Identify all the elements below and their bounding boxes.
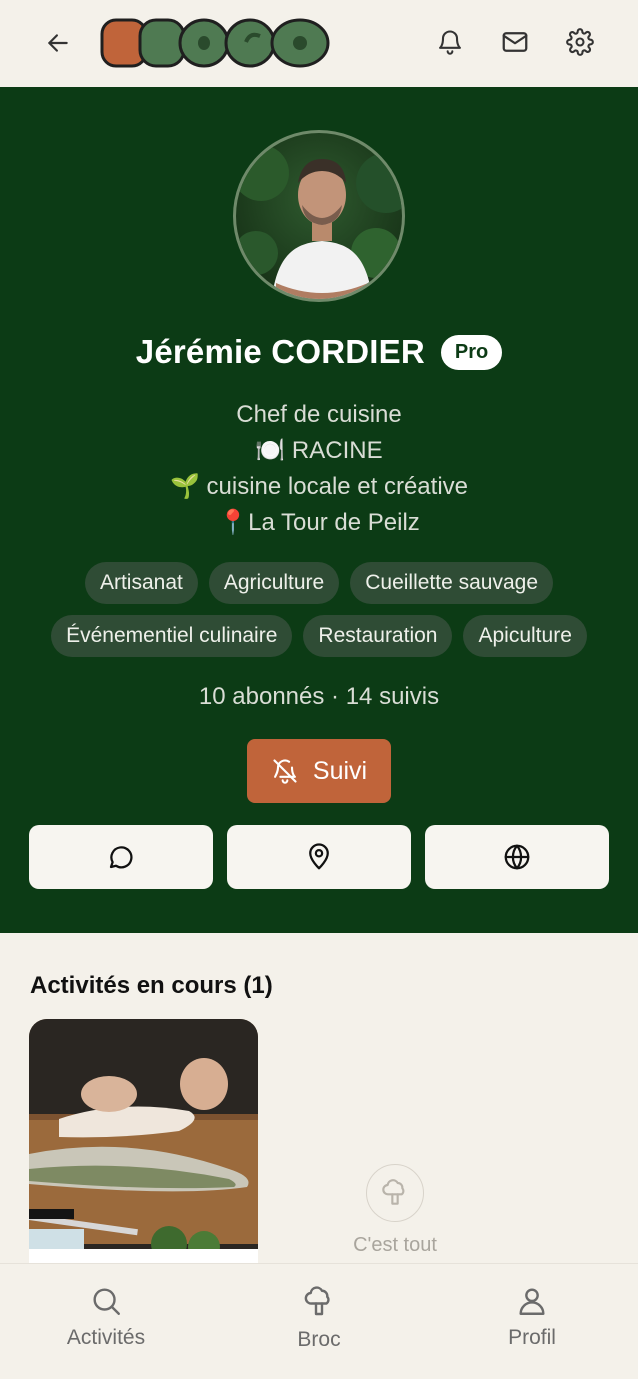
tag-list: Artisanat Agriculture Cueillette sauvage…	[20, 562, 618, 657]
chat-icon	[109, 846, 133, 869]
settings-button[interactable]	[562, 24, 598, 60]
nav-item-activites[interactable]: Activités	[0, 1264, 212, 1379]
broccoli-icon	[304, 1286, 330, 1316]
top-bar	[0, 0, 638, 87]
location-action-button[interactable]	[227, 825, 411, 889]
globe-icon	[504, 844, 530, 870]
bio-line: Chef de cuisine	[236, 401, 402, 428]
nav-item-broc[interactable]: Broc	[213, 1264, 425, 1379]
bottom-navigation: Activités Broc Profil	[0, 1263, 638, 1379]
bio-line: 📍La Tour de Peilz	[218, 509, 420, 536]
avatar[interactable]	[233, 130, 405, 302]
nav-item-profil[interactable]: Profil	[426, 1264, 638, 1379]
arrow-left-icon	[48, 34, 68, 52]
profile-bio: Chef de cuisine 🍽️ RACINE 🌱 cuisine loca…	[0, 397, 638, 541]
end-of-list-label: C'est tout	[353, 1234, 437, 1256]
tag-chip[interactable]: Cueillette sauvage	[350, 562, 554, 604]
section-title: Activités en cours (1)	[30, 972, 273, 999]
messages-button[interactable]	[497, 24, 533, 60]
follow-stats[interactable]: 10 abonnés · 14 suivis	[0, 683, 638, 711]
app: Jérémie CORDIER Pro Chef de cuisine 🍽️ R…	[0, 0, 638, 1379]
location-pin-icon	[309, 843, 329, 870]
bell-icon	[439, 30, 461, 55]
pro-badge: Pro	[440, 334, 503, 370]
broco-logo[interactable]	[100, 16, 332, 70]
tag-chip[interactable]: Agriculture	[208, 562, 340, 604]
search-icon	[93, 1288, 120, 1315]
broccoli-icon	[382, 1179, 405, 1205]
tag-chip[interactable]: Apiculture	[463, 615, 587, 657]
gear-icon	[566, 28, 594, 56]
user-icon	[519, 1288, 545, 1315]
notifications-button[interactable]	[432, 24, 468, 60]
message-action-button[interactable]	[29, 825, 213, 889]
bell-off-icon	[273, 759, 297, 784]
name-row: Jérémie CORDIER Pro	[0, 330, 638, 374]
nav-label: Profil	[508, 1326, 556, 1349]
profile-header: Jérémie CORDIER Pro Chef de cuisine 🍽️ R…	[0, 87, 638, 933]
tag-chip[interactable]: Artisanat	[84, 562, 198, 604]
bio-line: 🌱 cuisine locale et créative	[169, 473, 469, 500]
tag-chip[interactable]: Restauration	[303, 615, 453, 657]
tag-chip[interactable]: Événementiel culinaire	[51, 615, 293, 657]
website-action-button[interactable]	[425, 825, 609, 889]
activity-card[interactable]	[29, 1019, 258, 1269]
mail-icon	[502, 32, 528, 52]
nav-label: Activités	[66, 1326, 146, 1349]
follow-button-label: Suivi	[312, 756, 368, 785]
back-button[interactable]	[40, 25, 76, 61]
end-of-list-icon	[366, 1164, 424, 1222]
follow-button[interactable]: Suivi	[247, 739, 391, 803]
bio-line: 🍽️ RACINE	[255, 437, 383, 464]
nav-label: Broc	[297, 1328, 341, 1351]
profile-name: Jérémie CORDIER	[135, 333, 425, 370]
